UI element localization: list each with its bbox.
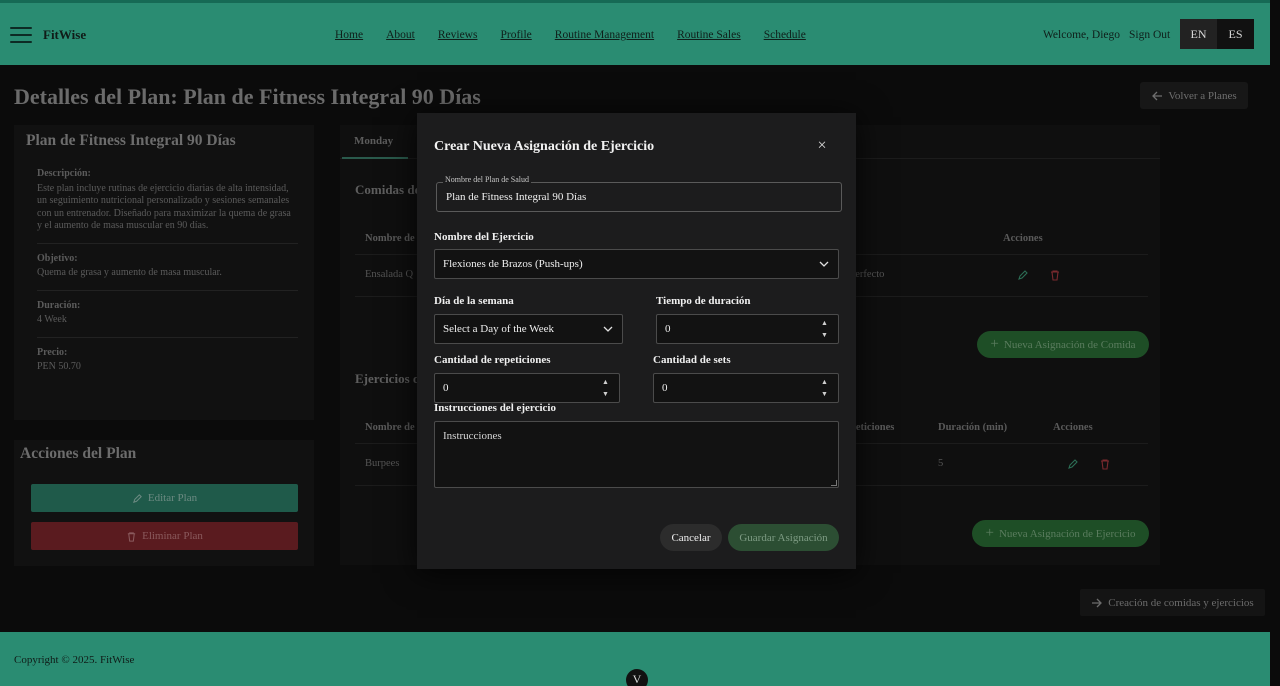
new-meal-label: Nueva Asignación de Comida xyxy=(1003,338,1136,351)
exercise-name-value: Flexiones de Brazos (Push-ups) xyxy=(443,258,583,270)
price-text: PEN 50.70 xyxy=(37,361,81,372)
delete-meal-icon[interactable] xyxy=(1049,269,1061,281)
creation-label: Creación de comidas y ejercicios xyxy=(1108,596,1254,609)
health-plan-name-field[interactable]: Nombre del Plan de Salud Plan de Fitness… xyxy=(436,175,842,212)
plan-info-card: Plan de Fitness Integral 90 Días Descrip… xyxy=(14,125,314,420)
edit-meal-icon[interactable] xyxy=(1017,269,1029,281)
arrow-left-icon xyxy=(1152,91,1163,100)
reps-label: Cantidad de repeticiones xyxy=(434,354,551,366)
instructions-textarea[interactable]: Instrucciones xyxy=(434,421,839,488)
health-plan-name-label: Nombre del Plan de Salud xyxy=(443,175,531,184)
language-switcher: EN ES xyxy=(1180,19,1254,49)
number-spinner-icon[interactable]: ▲ ▼ xyxy=(820,378,829,398)
pencil-icon xyxy=(132,493,142,503)
plan-actions-title: Acciones del Plan xyxy=(20,445,137,462)
duration-time-input[interactable]: 0 ▲ ▼ xyxy=(656,314,839,344)
price-label: Precio: xyxy=(37,346,68,358)
exercise-name-label: Nombre del Ejercicio xyxy=(434,231,534,243)
plus-icon: + xyxy=(985,525,994,541)
sets-value: 0 xyxy=(662,382,668,394)
plan-actions-card: Acciones del Plan Editar Plan Eliminar P… xyxy=(14,440,314,566)
meals-section-title: Comidas de xyxy=(355,182,421,197)
weekday-select[interactable]: Select a Day of the Week xyxy=(434,314,623,344)
copyright-text: Copyright © 2025. FitWise xyxy=(14,654,135,666)
scroll-down-icon[interactable]: V xyxy=(626,669,648,686)
objective-label: Objetivo: xyxy=(37,252,78,264)
nav-routine-management[interactable]: Routine Management xyxy=(555,29,654,41)
sign-out-link[interactable]: Sign Out xyxy=(1129,29,1170,41)
welcome-text: Welcome, Diego xyxy=(1043,29,1120,41)
ex-col-actions: Acciones xyxy=(1053,422,1093,433)
duration-label: Duración: xyxy=(37,299,81,311)
top-navbar: FitWise Home About Reviews Profile Routi… xyxy=(0,0,1270,65)
back-to-plans-button[interactable]: Volver a Planes xyxy=(1140,82,1248,109)
edit-exercise-icon[interactable] xyxy=(1067,458,1079,470)
duration-time-label: Tiempo de duración xyxy=(656,295,751,307)
reps-value: 0 xyxy=(443,382,449,394)
create-exercise-assignment-modal: Crear Nueva Asignación de Ejercicio × No… xyxy=(417,113,856,569)
trash-icon xyxy=(127,531,136,542)
nav-routine-sales[interactable]: Routine Sales xyxy=(677,29,741,41)
main-nav: Home About Reviews Profile Routine Manag… xyxy=(335,29,829,41)
duration-time-value: 0 xyxy=(665,323,671,335)
meals-col-actions: Acciones xyxy=(1003,233,1043,244)
lang-es-button[interactable]: ES xyxy=(1217,19,1254,49)
number-spinner-icon[interactable]: ▲ ▼ xyxy=(601,378,610,398)
ex-col-name: Nombre de xyxy=(365,422,415,433)
instructions-label: Instrucciones del ejercicio xyxy=(434,402,556,414)
ex-row-duration: 5 xyxy=(938,458,944,469)
plan-info: Descripción: Este plan incluye rutinas d… xyxy=(37,168,298,374)
nav-reviews[interactable]: Reviews xyxy=(438,29,478,41)
nav-schedule[interactable]: Schedule xyxy=(764,29,806,41)
nav-profile[interactable]: Profile xyxy=(500,29,531,41)
edit-plan-label: Editar Plan xyxy=(147,492,198,504)
objective-text: Quema de grasa y aumento de masa muscula… xyxy=(37,267,222,278)
new-exercise-assignment-button[interactable]: + Nueva Asignación de Ejercicio xyxy=(972,520,1149,547)
sets-input[interactable]: 0 ▲ ▼ xyxy=(653,373,839,403)
plus-icon: + xyxy=(990,336,999,352)
ex-row-name: Burpees xyxy=(365,458,400,469)
number-spinner-icon[interactable]: ▲ ▼ xyxy=(820,319,829,339)
new-exercise-label: Nueva Asignación de Ejercicio xyxy=(998,527,1136,540)
resize-handle-icon[interactable] xyxy=(831,480,837,486)
meal-row-name: Ensalada Q xyxy=(365,269,414,280)
health-plan-name-value: Plan de Fitness Integral 90 Días xyxy=(446,191,587,203)
hamburger-menu-icon[interactable] xyxy=(10,27,32,43)
plan-name: Plan de Fitness Integral 90 Días xyxy=(26,132,236,149)
delete-plan-label: Eliminar Plan xyxy=(142,530,203,542)
ex-col-duration: Duración (min) xyxy=(938,422,1008,433)
delete-exercise-icon[interactable] xyxy=(1099,458,1111,470)
nav-home[interactable]: Home xyxy=(335,29,363,41)
tab-monday[interactable]: Monday xyxy=(342,125,408,159)
nav-about[interactable]: About xyxy=(386,29,415,41)
weekday-value: Select a Day of the Week xyxy=(443,323,555,335)
back-label: Volver a Planes xyxy=(1168,89,1237,102)
instructions-placeholder: Instrucciones xyxy=(443,430,502,442)
meals-exercises-creation-button[interactable]: Creación de comidas y ejercicios xyxy=(1080,589,1265,616)
chevron-down-icon xyxy=(819,261,829,267)
new-meal-assignment-button[interactable]: + Nueva Asignación de Comida xyxy=(977,331,1149,358)
arrow-right-icon xyxy=(1092,598,1103,607)
description-label: Descripción: xyxy=(37,168,91,179)
meals-col-name: Nombre de xyxy=(365,233,415,244)
save-assignment-button[interactable]: Guardar Asignación xyxy=(728,524,839,551)
description-text: Este plan incluye rutinas de ejercicio d… xyxy=(37,182,291,232)
duration-text: 4 Week xyxy=(37,314,67,325)
chevron-down-icon xyxy=(603,326,613,332)
delete-plan-button[interactable]: Eliminar Plan xyxy=(31,522,298,550)
sets-label: Cantidad de sets xyxy=(653,354,731,366)
exercise-name-select[interactable]: Flexiones de Brazos (Push-ups) xyxy=(434,249,839,279)
close-icon[interactable]: × xyxy=(815,138,829,154)
modal-title: Crear Nueva Asignación de Ejercicio xyxy=(434,139,655,154)
cancel-button[interactable]: Cancelar xyxy=(660,524,722,551)
edit-plan-button[interactable]: Editar Plan xyxy=(31,484,298,512)
lang-en-button[interactable]: EN xyxy=(1180,19,1217,49)
weekday-label: Día de la semana xyxy=(434,295,514,307)
brand-logo[interactable]: FitWise xyxy=(43,27,86,43)
reps-input[interactable]: 0 ▲ ▼ xyxy=(434,373,620,403)
ex-col-reps: peticiones xyxy=(850,422,895,433)
page-title: Detalles del Plan: Plan de Fitness Integ… xyxy=(14,84,481,109)
exercises-section-title: Ejercicios d xyxy=(355,371,421,386)
